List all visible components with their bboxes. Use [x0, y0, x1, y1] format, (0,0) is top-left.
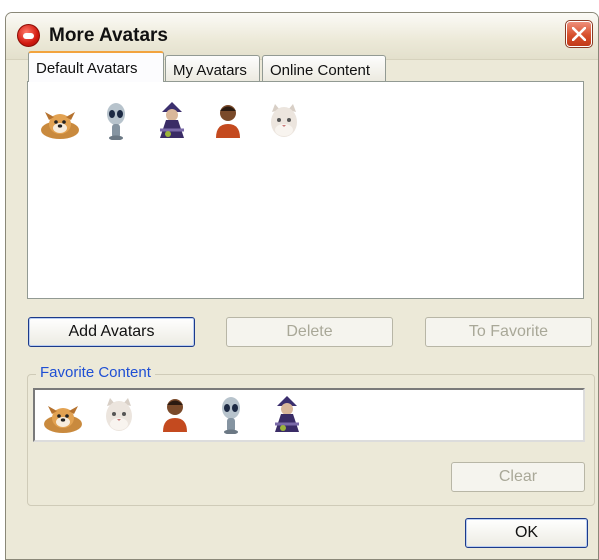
witch-avatar[interactable]	[148, 100, 196, 140]
messenger-logo-icon	[17, 24, 40, 47]
dog-avatar[interactable]	[39, 394, 87, 434]
window-title: More Avatars	[49, 25, 168, 46]
add-avatars-button[interactable]: Add Avatars	[28, 317, 195, 347]
close-button[interactable]	[565, 20, 593, 48]
to-favorite-button[interactable]: To Favorite	[425, 317, 592, 347]
alien-avatar[interactable]	[207, 394, 255, 434]
delete-button[interactable]: Delete	[226, 317, 393, 347]
ok-button[interactable]: OK	[465, 518, 588, 548]
boy-avatar[interactable]	[204, 100, 252, 140]
favorite-content-legend: Favorite Content	[36, 364, 155, 381]
default-avatars-panel	[27, 81, 584, 299]
witch-avatar[interactable]	[263, 394, 311, 434]
tab-default-avatars[interactable]: Default Avatars	[28, 51, 164, 82]
alien-avatar[interactable]	[92, 100, 140, 140]
dog-avatar[interactable]	[36, 100, 84, 140]
cat-avatar[interactable]	[260, 100, 308, 140]
favorite-avatar-row	[39, 394, 319, 434]
close-icon	[572, 27, 586, 41]
tab-online-content[interactable]: Online Content	[262, 55, 386, 81]
cat-avatar[interactable]	[95, 394, 143, 434]
avatar-grid	[36, 100, 316, 140]
clear-button[interactable]: Clear	[451, 462, 585, 492]
tab-my-avatars[interactable]: My Avatars	[165, 55, 260, 81]
favorite-list	[33, 388, 585, 442]
boy-avatar[interactable]	[151, 394, 199, 434]
